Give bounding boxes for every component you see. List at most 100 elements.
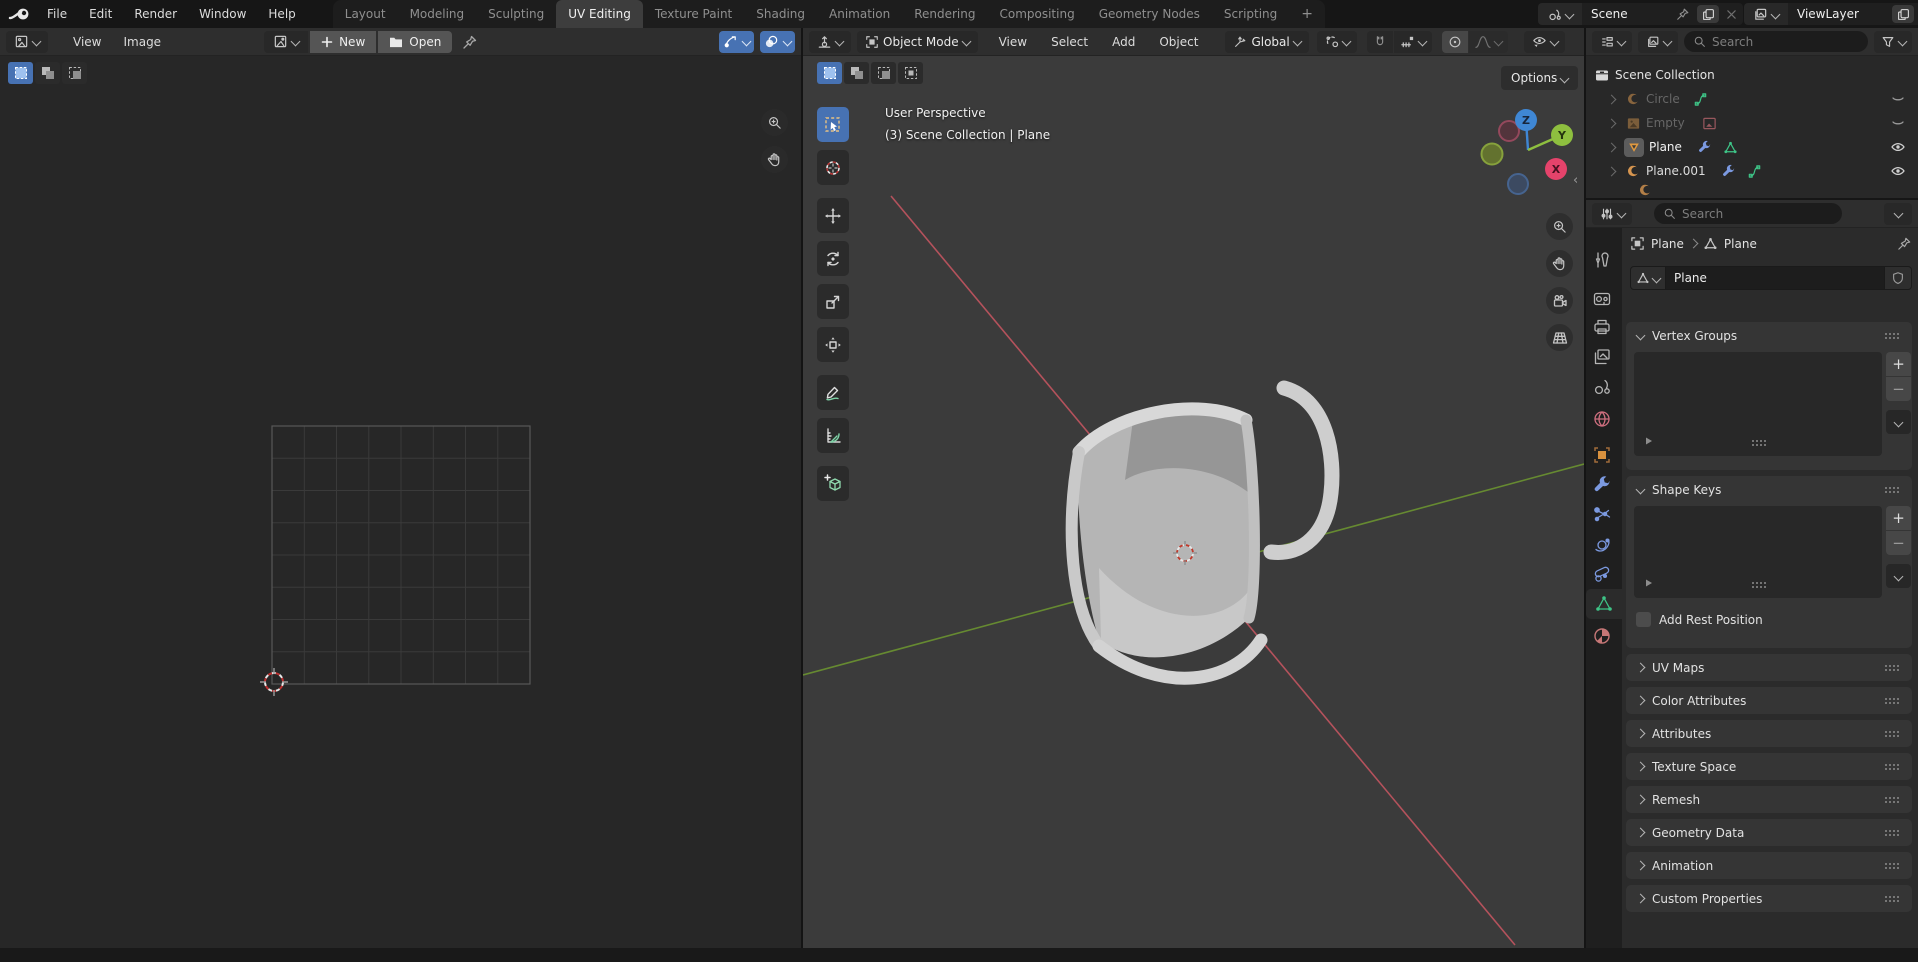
tab-modeling[interactable]: Modeling — [398, 0, 477, 28]
panel-grip-icon[interactable] — [1885, 731, 1887, 733]
editor-border-vertical-2[interactable] — [1584, 28, 1586, 948]
uv-pan-gadget[interactable] — [761, 146, 788, 173]
scene-name[interactable]: Scene — [1591, 7, 1669, 21]
tool-cursor[interactable] — [817, 150, 849, 185]
uv-canvas[interactable] — [0, 56, 801, 948]
menu-edit[interactable]: Edit — [78, 7, 123, 21]
panel-attributes[interactable]: Attributes — [1626, 720, 1912, 747]
list-expand-icon[interactable] — [1644, 578, 1654, 588]
vertex-group-specials-button[interactable] — [1886, 410, 1911, 434]
expand-icon[interactable] — [1607, 94, 1617, 104]
mesh-name-input[interactable]: Plane — [1666, 266, 1885, 290]
panel-geometry-data[interactable]: Geometry Data — [1626, 819, 1912, 846]
menu-help[interactable]: Help — [257, 7, 306, 21]
viewport-ortho-gadget[interactable] — [1546, 324, 1573, 351]
chevron-down-icon[interactable] — [742, 37, 752, 47]
add-workspace-button[interactable]: + — [1289, 0, 1325, 28]
viewport-pan-gadget[interactable] — [1546, 250, 1573, 277]
eye-open-icon[interactable] — [1890, 139, 1906, 155]
scene-type-button[interactable] — [1538, 3, 1582, 25]
panel-grip-icon[interactable] — [1885, 698, 1887, 700]
tool-transform[interactable] — [817, 327, 849, 362]
sidebar-toggle-arrow[interactable]: ‹ — [1573, 173, 1578, 188]
outliner-row-plane-001[interactable]: Plane.001 — [1586, 160, 1918, 182]
view-layer-name[interactable]: ViewLayer — [1797, 7, 1885, 21]
tab-view-layer[interactable] — [1592, 347, 1612, 367]
outliner-filter-button[interactable] — [1874, 31, 1912, 53]
uv-zoom-gadget[interactable] — [761, 109, 788, 136]
breadcrumb-data-name[interactable]: Plane — [1724, 237, 1757, 251]
properties-options-button[interactable] — [1884, 203, 1912, 225]
panel-uv-maps[interactable]: UV Maps — [1626, 654, 1912, 681]
expand-icon[interactable] — [1607, 118, 1617, 128]
tab-scene[interactable] — [1592, 377, 1612, 397]
new-view-layer-button[interactable] — [1892, 5, 1914, 23]
navigation-gizmo[interactable]: Z Y X — [1473, 92, 1583, 202]
list-resize-grip-icon[interactable] — [1752, 440, 1754, 442]
outliner-row-circle[interactable]: Circle — [1586, 88, 1918, 110]
show-gizmo-icon[interactable] — [723, 34, 738, 49]
tab-render[interactable] — [1592, 289, 1612, 309]
pivot-point-selector[interactable] — [1317, 31, 1357, 53]
hide-eye-closed-icon[interactable] — [1890, 91, 1906, 107]
hide-eye-closed-icon[interactable] — [1890, 115, 1906, 131]
tab-animation[interactable]: Animation — [817, 0, 902, 28]
panel-color-attributes[interactable]: Color Attributes — [1626, 687, 1912, 714]
panel-grip-icon[interactable] — [1885, 863, 1887, 865]
tab-modifiers[interactable] — [1592, 475, 1612, 498]
panel-animation[interactable]: Animation — [1626, 852, 1912, 879]
list-resize-grip-icon[interactable] — [1752, 582, 1754, 584]
pin-icon[interactable] — [1676, 7, 1690, 21]
tab-shading[interactable]: Shading — [744, 0, 817, 28]
uv-editor-type-button[interactable] — [6, 31, 48, 53]
remove-vertex-group-button[interactable]: − — [1886, 377, 1911, 401]
open-image-button[interactable]: Open — [378, 31, 452, 53]
viewport-menu-object[interactable]: Object — [1148, 35, 1209, 49]
viewport-scene[interactable] — [803, 56, 1584, 948]
add-vertex-group-button[interactable]: + — [1886, 352, 1911, 376]
panel-grip-icon[interactable] — [1885, 896, 1887, 898]
panel-grip-icon[interactable] — [1885, 487, 1887, 489]
menu-file[interactable]: File — [36, 7, 78, 21]
remove-shape-key-button[interactable]: − — [1886, 531, 1911, 555]
tab-object[interactable] — [1592, 445, 1612, 468]
outliner-row-scene-collection[interactable]: Scene Collection — [1586, 64, 1918, 86]
unlink-scene-icon[interactable] — [1726, 9, 1737, 20]
panel-grip-icon[interactable] — [1885, 764, 1887, 766]
new-scene-button[interactable] — [1697, 5, 1719, 23]
viewport-menu-view[interactable]: View — [988, 35, 1038, 49]
add-rest-position-checkbox[interactable] — [1636, 612, 1651, 627]
tab-uv-editing[interactable]: UV Editing — [556, 0, 643, 28]
menu-render[interactable]: Render — [123, 7, 188, 21]
tool-select-box[interactable] — [817, 107, 849, 142]
tab-world[interactable] — [1592, 409, 1612, 429]
shape-keys-list[interactable] — [1634, 506, 1882, 598]
add-shape-key-button[interactable]: + — [1886, 506, 1911, 530]
snap-settings-button[interactable] — [1394, 31, 1432, 53]
snap-toggle[interactable] — [1367, 31, 1393, 53]
tab-particles[interactable] — [1592, 505, 1612, 525]
panel-grip-icon[interactable] — [1885, 797, 1887, 799]
tool-rotate[interactable] — [817, 241, 849, 276]
new-image-button[interactable]: New — [310, 31, 376, 53]
outliner-editor-type-button[interactable] — [1592, 31, 1632, 53]
tab-compositing[interactable]: Compositing — [987, 0, 1086, 28]
tab-sculpting[interactable]: Sculpting — [476, 0, 556, 28]
tab-physics[interactable] — [1592, 535, 1612, 555]
outliner-row-plane[interactable]: Plane — [1586, 136, 1918, 158]
panel-remesh[interactable]: Remesh — [1626, 786, 1912, 813]
shape-key-specials-button[interactable] — [1886, 564, 1911, 588]
tab-constraints[interactable] — [1592, 565, 1612, 585]
options-button[interactable]: Options — [1501, 66, 1578, 90]
outliner-search-field[interactable]: Search — [1684, 31, 1868, 52]
properties-editor-type-button[interactable] — [1592, 203, 1632, 225]
transform-orientation-selector[interactable]: Global — [1225, 31, 1308, 53]
viewport-menu-add[interactable]: Add — [1101, 35, 1146, 49]
tab-object-data-active[interactable] — [1586, 589, 1622, 619]
expand-icon[interactable] — [1607, 166, 1617, 176]
tab-layout[interactable]: Layout — [333, 0, 398, 28]
viewport-editor-type-button[interactable] — [809, 31, 851, 53]
panel-texture-space[interactable]: Texture Space — [1626, 753, 1912, 780]
vertex-groups-list[interactable] — [1634, 352, 1882, 456]
show-gizmo-selector[interactable] — [1524, 31, 1565, 53]
